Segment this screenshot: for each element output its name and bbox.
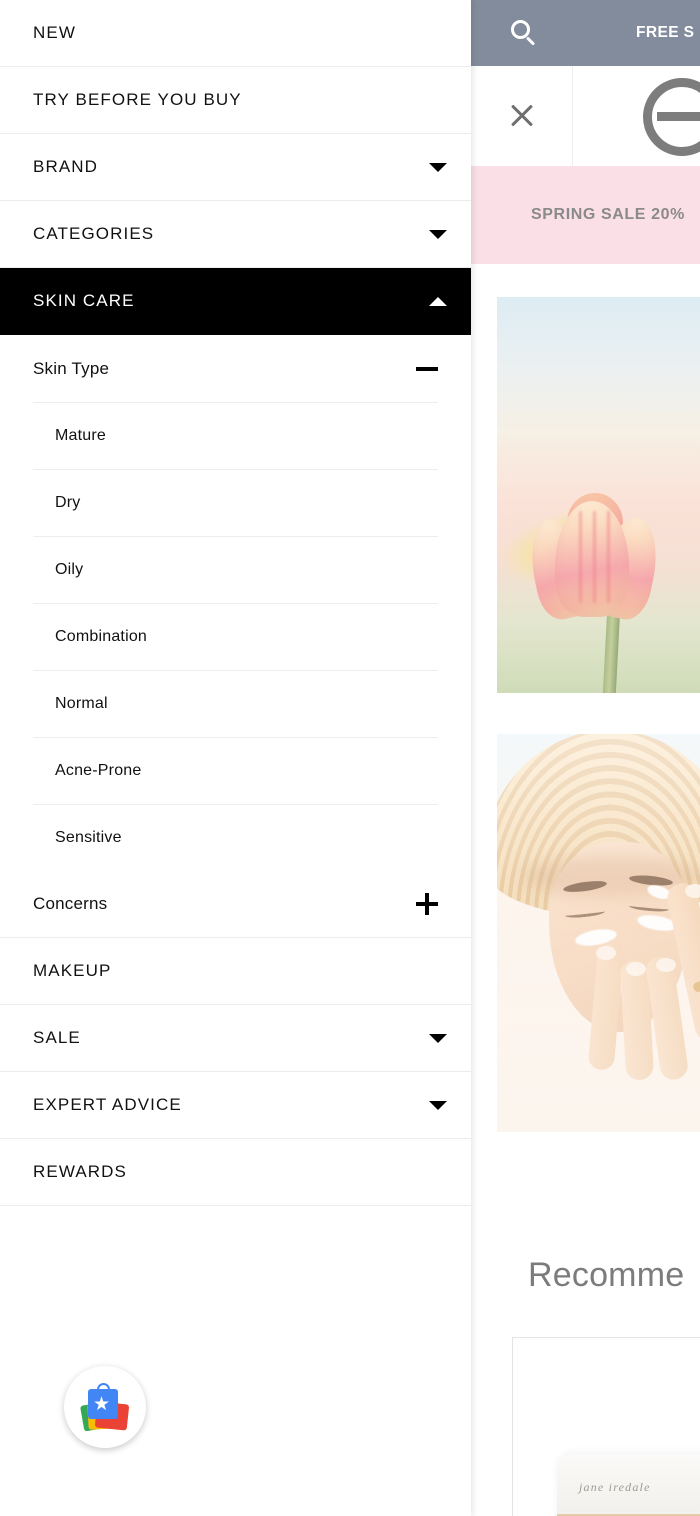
skin-type-option-mature[interactable]: Mature bbox=[0, 402, 471, 469]
search-icon bbox=[511, 20, 537, 46]
skin-type-section: Skin Type Mature Dry Oily Combination No… bbox=[0, 335, 471, 871]
menu-item-label: REWARDS bbox=[33, 1162, 127, 1181]
menu-item-new[interactable]: NEW bbox=[0, 0, 471, 67]
menu-item-label: CATEGORIES bbox=[33, 224, 155, 243]
concerns-toggle[interactable]: Concerns bbox=[0, 871, 471, 938]
menu-item-try-before-you-buy[interactable]: TRY BEFORE YOU BUY bbox=[0, 67, 471, 134]
model-nail bbox=[626, 962, 646, 976]
skin-type-option-normal[interactable]: Normal bbox=[0, 670, 471, 737]
skin-type-option-sensitive[interactable]: Sensitive bbox=[0, 804, 471, 871]
menu-item-label: EXPERT ADVICE bbox=[33, 1095, 182, 1114]
menu-item-categories[interactable]: CATEGORIES bbox=[0, 201, 471, 268]
chevron-down-icon bbox=[429, 163, 447, 172]
model-nail bbox=[656, 958, 676, 972]
model-nail bbox=[685, 884, 700, 898]
menu-item-label: BRAND bbox=[33, 157, 99, 176]
product-brand-name: jane iredale bbox=[579, 1480, 651, 1494]
model-nail bbox=[596, 946, 616, 960]
menu-item-skin-care[interactable]: SKIN CARE bbox=[0, 268, 471, 335]
promo-banner[interactable]: SPRING SALE 20% bbox=[471, 166, 700, 264]
close-menu-button[interactable] bbox=[471, 66, 573, 166]
promo-banner-text: SPRING SALE 20% bbox=[531, 206, 685, 223]
recommended-heading: Recomme bbox=[528, 1256, 685, 1294]
menu-item-sale[interactable]: SALE bbox=[0, 1005, 471, 1072]
menu-item-label: MAKEUP bbox=[33, 961, 112, 980]
brand-logo[interactable] bbox=[574, 66, 700, 166]
menu-item-label: NEW bbox=[33, 23, 76, 42]
tulip-hero-image[interactable] bbox=[497, 297, 700, 693]
mobile-store-screen: FREE S SPRING SALE 20% Recomme jane ired… bbox=[0, 0, 700, 1516]
close-icon bbox=[509, 103, 535, 129]
menu-item-expert-advice[interactable]: EXPERT ADVICE bbox=[0, 1072, 471, 1139]
minus-icon bbox=[416, 358, 438, 380]
tulip-bloom bbox=[523, 493, 666, 624]
chevron-down-icon bbox=[429, 230, 447, 239]
chevron-up-icon bbox=[429, 297, 447, 306]
skin-type-option-combination[interactable]: Combination bbox=[0, 603, 471, 670]
brand-logo-glyph bbox=[643, 70, 700, 162]
sunscreen-model-image[interactable] bbox=[497, 734, 700, 1132]
menu-item-label: SKIN CARE bbox=[33, 291, 135, 310]
skin-type-title: Skin Type bbox=[33, 358, 110, 378]
product-card[interactable]: jane iredale bbox=[512, 1337, 700, 1516]
sub-item-label: Normal bbox=[55, 694, 108, 712]
sub-item-label: Combination bbox=[55, 627, 148, 645]
free-shipping-message: FREE S bbox=[636, 24, 695, 41]
google-shopping-badge[interactable]: ★ bbox=[64, 1366, 146, 1448]
skin-type-option-oily[interactable]: Oily bbox=[0, 536, 471, 603]
chevron-down-icon bbox=[429, 1101, 447, 1110]
search-button[interactable] bbox=[496, 0, 552, 66]
menu-item-rewards[interactable]: REWARDS bbox=[0, 1139, 471, 1206]
skin-type-option-dry[interactable]: Dry bbox=[0, 469, 471, 536]
plus-icon bbox=[416, 893, 438, 915]
sub-item-label: Oily bbox=[55, 560, 84, 578]
chevron-down-icon bbox=[429, 1034, 447, 1043]
skin-type-toggle[interactable]: Skin Type bbox=[0, 335, 471, 402]
sub-item-label: Acne-Prone bbox=[55, 761, 142, 779]
sub-item-label: Mature bbox=[55, 426, 106, 444]
menu-item-makeup[interactable]: MAKEUP bbox=[0, 938, 471, 1005]
shopping-bag-icon: ★ bbox=[79, 1383, 130, 1432]
skin-type-option-acne-prone[interactable]: Acne-Prone bbox=[0, 737, 471, 804]
sub-item-label: Sensitive bbox=[55, 828, 122, 846]
navigation-drawer: NEW TRY BEFORE YOU BUY BRAND CATEGORIES … bbox=[0, 0, 471, 1516]
menu-item-label: TRY BEFORE YOU BUY bbox=[33, 90, 242, 109]
menu-item-label: SALE bbox=[33, 1028, 81, 1047]
concerns-title: Concerns bbox=[33, 894, 108, 913]
menu-item-brand[interactable]: BRAND bbox=[0, 134, 471, 201]
sub-item-label: Dry bbox=[55, 493, 81, 511]
